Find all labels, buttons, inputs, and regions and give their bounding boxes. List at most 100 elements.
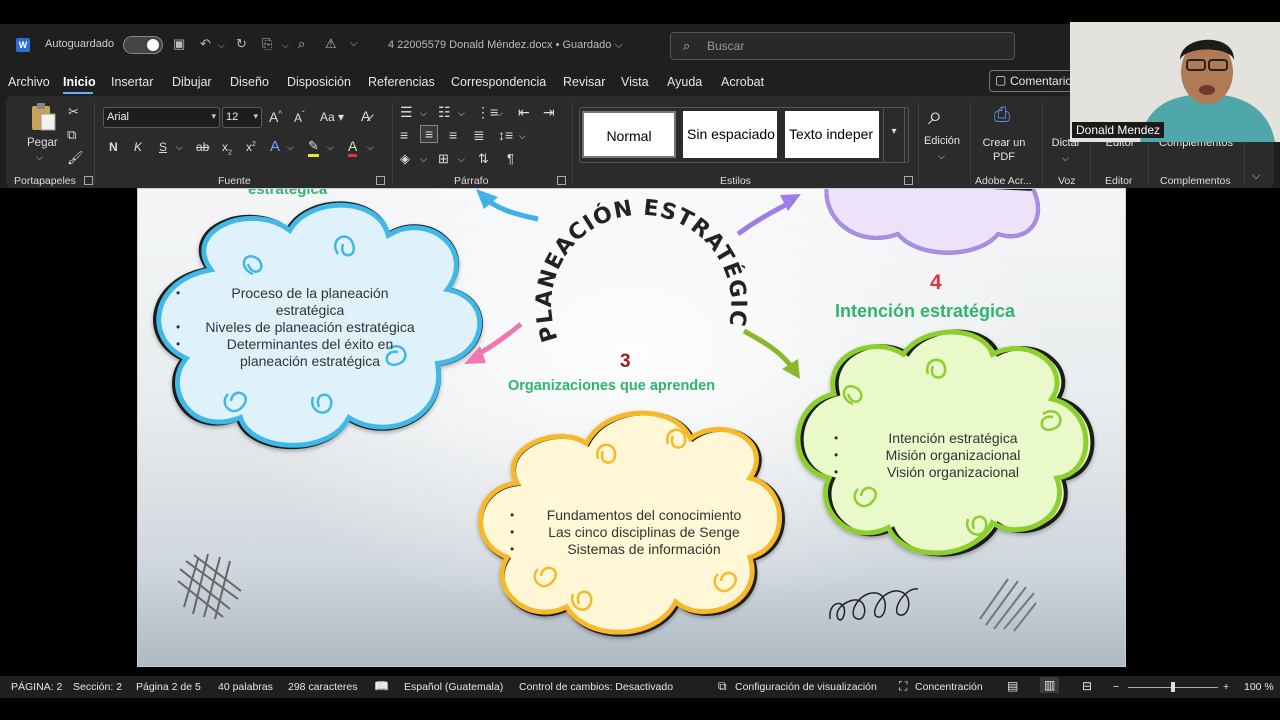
clipboard-launcher-icon[interactable] — [84, 176, 93, 185]
highlight-dropdown-icon[interactable]: ⌵ — [327, 142, 334, 153]
tab-vista[interactable]: Vista — [621, 75, 649, 89]
search-box[interactable]: ⌕ — [670, 32, 1015, 60]
undo-icon[interactable]: ↶ — [200, 36, 211, 52]
superscript-icon[interactable]: x2 — [246, 140, 256, 154]
styles-launcher-icon[interactable] — [904, 176, 913, 185]
paste-dropdown-icon[interactable]: ⌵ — [282, 40, 289, 51]
shading-icon[interactable]: ◈ — [400, 151, 410, 167]
status-chars[interactable]: 298 caracteres — [288, 681, 357, 693]
tab-disposicion[interactable]: Disposición — [287, 75, 351, 89]
tab-archivo[interactable]: Archivo — [8, 75, 50, 89]
status-language[interactable]: Español (Guatemala) — [404, 681, 503, 693]
status-zoom[interactable]: 100 % — [1244, 681, 1274, 693]
tab-diseno[interactable]: Diseño — [230, 75, 269, 89]
collapse-ribbon-icon[interactable]: ⌵ — [1252, 170, 1260, 183]
paste-dropdown-icon[interactable]: ⌵ — [36, 152, 43, 163]
font-name-select[interactable]: Arial ▾ — [103, 107, 220, 128]
align-center-icon[interactable]: ≡ — [420, 125, 439, 143]
tab-referencias[interactable]: Referencias — [368, 75, 435, 89]
bullets-icon[interactable]: ☰ — [400, 104, 413, 121]
font-size-select[interactable]: 12 ▾ — [222, 107, 262, 128]
document-title[interactable]: 4 22005579 Donald Méndez.docx • Guardado… — [388, 39, 623, 52]
font-color-dropdown-icon[interactable]: ⌵ — [367, 142, 374, 153]
web-layout-icon[interactable]: ⊟ — [1082, 679, 1092, 693]
zoom-in-icon[interactable]: + — [1223, 681, 1229, 693]
paste-button[interactable] — [28, 102, 58, 134]
display-settings-icon[interactable]: ⧉ — [718, 679, 727, 694]
proofing-icon[interactable]: 📖 — [374, 679, 389, 693]
status-page[interactable]: PÁGINA: 2 — [11, 681, 62, 693]
underline-dropdown-icon[interactable]: ⌵ — [176, 142, 183, 153]
focus-icon[interactable]: ⛶ — [899, 679, 907, 694]
search-input[interactable] — [707, 38, 997, 54]
more-icon[interactable]: ⌵ — [350, 38, 358, 49]
editing-dropdown-icon[interactable]: ⌵ — [938, 151, 945, 162]
find-icon[interactable]: ⌕ — [298, 36, 305, 52]
increase-indent-icon[interactable]: ⇥ — [543, 104, 555, 121]
status-focus[interactable]: Concentración — [915, 681, 983, 693]
justify-icon[interactable]: ≣ — [473, 127, 485, 144]
borders-icon[interactable]: ⊞ — [438, 151, 449, 167]
show-marks-icon[interactable]: ¶ — [507, 151, 514, 166]
copy-icon[interactable]: ⧉ — [67, 127, 76, 143]
dictate-dropdown-icon[interactable]: ⌵ — [1062, 153, 1069, 164]
multilevel-dropdown-icon[interactable]: ⌵ — [496, 108, 503, 119]
align-left-icon[interactable]: ≡ — [400, 127, 408, 143]
align-right-icon[interactable]: ≡ — [449, 127, 457, 143]
document-page[interactable]: PLANEACIÓN ESTRATÉGICA estratégica 3 Org… — [137, 188, 1126, 667]
line-spacing-icon[interactable]: ↕≡ — [498, 127, 513, 143]
status-track-changes[interactable]: Control de cambios: Desactivado — [519, 681, 673, 693]
text-effects-dropdown-icon[interactable]: ⌵ — [287, 142, 294, 153]
cut-icon[interactable]: ✂ — [68, 104, 79, 120]
numbering-icon[interactable]: ☷ — [438, 104, 451, 121]
status-display-settings[interactable]: Configuración de visualización — [735, 681, 877, 693]
decrease-indent-icon[interactable]: ⇤ — [518, 104, 530, 121]
comment-button[interactable]: ▢ Comentario — [989, 70, 1079, 92]
bold-icon[interactable]: N — [109, 140, 118, 154]
shrink-font-icon[interactable]: Aˇ — [294, 110, 305, 125]
create-pdf-label[interactable]: Crear un PDF — [978, 136, 1030, 164]
search-edit-icon[interactable]: ⌕ — [928, 100, 943, 132]
save-icon[interactable]: ▣ — [173, 36, 185, 52]
tab-revisar[interactable]: Revisar — [563, 75, 605, 89]
change-case-icon[interactable]: Aa ▾ — [320, 110, 344, 124]
borders-dropdown-icon[interactable]: ⌵ — [458, 154, 465, 165]
font-launcher-icon[interactable] — [376, 176, 385, 185]
line-spacing-dropdown-icon[interactable]: ⌵ — [519, 131, 526, 142]
redo-icon[interactable]: ↻ — [236, 36, 247, 52]
multilevel-list-icon[interactable]: ⋮≡ — [476, 104, 498, 121]
bullets-dropdown-icon[interactable]: ⌵ — [420, 108, 427, 119]
print-layout-icon[interactable]: ▥ — [1040, 677, 1060, 693]
highlight-icon[interactable]: ✎ — [308, 138, 319, 157]
italic-icon[interactable]: K — [134, 140, 142, 154]
style-body-text[interactable]: Texto indeper — [785, 111, 879, 158]
style-normal[interactable]: Normal — [582, 111, 676, 158]
tab-correspondencia[interactable]: Correspondencia — [451, 75, 546, 89]
create-pdf-icon[interactable]: ⎙ — [994, 104, 1010, 127]
editing-label[interactable]: Edición — [920, 135, 964, 147]
grow-font-icon[interactable]: A^ — [269, 109, 282, 125]
status-section[interactable]: Sección: 2 — [73, 681, 122, 693]
text-effects-icon[interactable]: A — [270, 138, 280, 155]
tab-ayuda[interactable]: Ayuda — [667, 75, 702, 89]
subscript-icon[interactable]: x2 — [222, 140, 232, 156]
sort-icon[interactable]: ⇅ — [478, 151, 489, 167]
paste-quick-icon[interactable]: ⎘ — [262, 36, 272, 52]
underline-icon[interactable]: S — [159, 140, 167, 154]
styles-more-button[interactable]: ▾ — [883, 107, 905, 163]
status-page-of[interactable]: Página 2 de 5 — [136, 681, 201, 693]
numbering-dropdown-icon[interactable]: ⌵ — [458, 108, 465, 119]
tab-acrobat[interactable]: Acrobat — [721, 75, 764, 89]
undo-dropdown-icon[interactable]: ⌵ — [218, 40, 225, 51]
strikethrough-icon[interactable]: ab — [196, 140, 209, 154]
format-painter-icon[interactable]: 🖌 — [67, 150, 84, 166]
zoom-out-icon[interactable]: − — [1113, 681, 1119, 693]
tab-insertar[interactable]: Insertar — [111, 75, 153, 89]
tab-inicio[interactable]: Inicio — [63, 75, 96, 89]
shading-dropdown-icon[interactable]: ⌵ — [420, 154, 427, 165]
tab-dibujar[interactable]: Dibujar — [172, 75, 212, 89]
zoom-slider-thumb[interactable] — [1171, 682, 1175, 692]
status-words[interactable]: 40 palabras — [218, 681, 273, 693]
clear-formatting-icon[interactable]: A̷ — [361, 108, 370, 124]
paragraph-launcher-icon[interactable] — [557, 176, 566, 185]
